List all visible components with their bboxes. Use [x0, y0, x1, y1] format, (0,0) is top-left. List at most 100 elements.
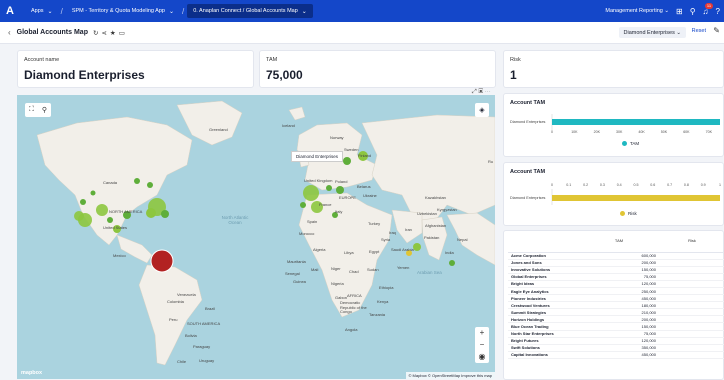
map-label: Bolivia	[185, 333, 197, 338]
table-row[interactable]: Summit Strategies 210,000	[508, 308, 724, 317]
account-dropdown[interactable]: Diamond Enterprises ⌄	[618, 27, 686, 38]
edit-icon[interactable]: ✎	[713, 26, 720, 35]
map-label: France	[319, 202, 332, 207]
map-label: Syria	[381, 237, 391, 242]
chevron-down-icon: ⌄	[47, 8, 53, 15]
risk-cell	[660, 337, 724, 345]
map-label: Uruguay	[199, 358, 215, 363]
zoom-out-button[interactable]: −	[480, 339, 485, 351]
map-label: Gabon	[335, 295, 348, 300]
map-label: Kazakhstan	[425, 195, 446, 200]
search-icon[interactable]: ⚲	[42, 106, 47, 114]
top-nav-bar: A Apps ⌄ / SPM - Territory & Quota Modeli…	[0, 0, 724, 22]
map-label: Italy	[335, 209, 343, 214]
map-label: Kenya	[377, 299, 389, 304]
legend-swatch	[622, 141, 627, 146]
map-label: Angola	[345, 327, 358, 332]
map-tooltip: Diamond Enterprises	[291, 151, 344, 162]
axis-tick-label: 0.2	[583, 183, 589, 187]
reset-button[interactable]: Reset	[692, 28, 706, 34]
breadcrumb-page[interactable]: 0. Anaplan Connect / Global Accounts Map…	[187, 4, 313, 18]
map-label: Nigeria	[331, 281, 344, 286]
table-header-tam[interactable]: TAM	[578, 230, 660, 253]
risk-cell	[660, 301, 724, 310]
table-row[interactable]: Global Enterprises 75,000	[508, 273, 724, 281]
table-row[interactable]: Capital Innovations 450,000	[508, 351, 724, 359]
axis-tick-label: 0.5	[633, 183, 639, 187]
breadcrumb-page-label: 0. Anaplan Connect / Global Accounts Map	[193, 8, 298, 14]
table-row[interactable]: Swift Solutions 350,000	[508, 344, 724, 352]
map-toolbar: ⛶ ⚲	[25, 103, 51, 117]
map-label: Niger	[331, 266, 341, 271]
map-label: Mauritania	[287, 259, 306, 264]
tam-cell: 450,000	[578, 294, 660, 303]
account-name-cell: Summit Strategies	[508, 308, 578, 317]
axis-tick-label: 40K	[638, 130, 645, 134]
table-row[interactable]: Innovative Solutions 150,000	[508, 266, 724, 274]
map-label: Canada	[103, 180, 118, 185]
account-name-cell: Horizon Holdings	[508, 315, 578, 324]
map-label: Yemen	[397, 265, 410, 270]
share-icon[interactable]: ⋖	[101, 29, 106, 37]
bell-icon[interactable]: ♫ 11	[703, 2, 713, 16]
kpi-account-name: Account name Diamond Enterprises	[17, 50, 254, 88]
account-name-cell: Swift Solutions	[508, 344, 578, 352]
tam-bar	[552, 119, 720, 125]
tam-cell: 210,000	[578, 308, 660, 317]
table-row[interactable]: North Star Enterprises 75,000	[508, 330, 724, 338]
zoom-in-button[interactable]: +	[480, 327, 485, 339]
axis-tick-label: 50K	[660, 130, 668, 134]
page-header: ‹ Global Accounts Map ↻ ⋖ ★ ▭ Diamond En…	[0, 22, 724, 44]
map-attribution[interactable]: © Mapbox © OpenStreetMap Improve this ma…	[405, 372, 495, 379]
chart-legend: TAM	[622, 141, 639, 146]
table-row[interactable]: Jones and Sons 200,000	[508, 259, 724, 267]
kpi-label: TAM	[266, 57, 278, 63]
breadcrumb-app[interactable]: SPM - Territory & Quota Modeling App ⌄	[66, 4, 180, 18]
comment-icon[interactable]: ▭	[119, 29, 125, 37]
table-header	[508, 230, 578, 253]
tam-cell: 450,000	[578, 351, 660, 359]
table-row[interactable]: Horizon Holdings 200,000	[508, 315, 724, 324]
map-label: Chile	[177, 359, 187, 364]
tam-chart-svg	[551, 114, 720, 130]
tam-cell: 75,000	[578, 330, 660, 338]
compass-icon[interactable]: ◉	[479, 351, 486, 363]
star-icon[interactable]: ★	[110, 29, 116, 37]
risk-chart-svg	[551, 189, 720, 205]
layers-icon[interactable]: ◈	[475, 103, 489, 117]
table-row[interactable]: Blue Ocean Trading 150,000	[508, 322, 724, 331]
kpi-value: 1	[510, 68, 517, 82]
account-name-cell: Acme Corporation	[508, 252, 578, 260]
refresh-icon[interactable]: ↻	[93, 29, 98, 37]
kpi-value: Diamond Enterprises	[24, 68, 145, 82]
axis-tick-label: 0.8	[683, 183, 689, 187]
accounts-table: TAM Risk Acme Corporation 600,000 Jones an…	[508, 230, 724, 359]
map-label: SOUTH AMERICA	[187, 321, 221, 326]
table-row[interactable]: Bright Ideas 120,000	[508, 280, 724, 288]
select-icon[interactable]: ⛶	[29, 106, 34, 114]
table-header-risk[interactable]: Risk	[660, 230, 724, 253]
risk-bar	[552, 195, 720, 201]
account-name-cell: Eagle Eye Analytics	[508, 287, 578, 296]
breadcrumb-separator: /	[60, 6, 63, 16]
table-row[interactable]: Crestwood Ventures 180,000	[508, 301, 724, 310]
table-row[interactable]: Acme Corporation 600,000	[508, 252, 724, 260]
map-label: Belarus	[357, 184, 371, 189]
apps-menu[interactable]: Apps ⌄	[25, 4, 59, 18]
breadcrumb-separator: /	[181, 6, 185, 16]
world-map[interactable]: Canada NORTH AMERICA United States Mexic…	[17, 95, 495, 379]
table-row[interactable]: Bright Futures 120,000	[508, 337, 724, 345]
search-icon[interactable]: ⚲	[690, 7, 696, 16]
help-icon[interactable]: ?	[716, 7, 720, 16]
tam-cell: 120,000	[578, 337, 660, 345]
expand-icon[interactable]: ⤢ ▣ ⋯	[472, 89, 491, 96]
anaplan-logo-icon[interactable]: A	[6, 5, 22, 17]
table-row[interactable]: Eagle Eye Analytics 250,000	[508, 287, 724, 296]
chart-legend: Risk	[620, 211, 637, 216]
management-reporting-menu[interactable]: Management Reporting ⌄	[605, 8, 669, 14]
breadcrumb-app-label: SPM - Territory & Quota Modeling App	[71, 8, 165, 14]
grid-icon[interactable]: ⊞	[676, 7, 683, 16]
tam-cell: 150,000	[578, 322, 660, 331]
back-icon[interactable]: ‹	[8, 28, 11, 37]
table-row[interactable]: Pioneer Industries 450,000	[508, 294, 724, 303]
